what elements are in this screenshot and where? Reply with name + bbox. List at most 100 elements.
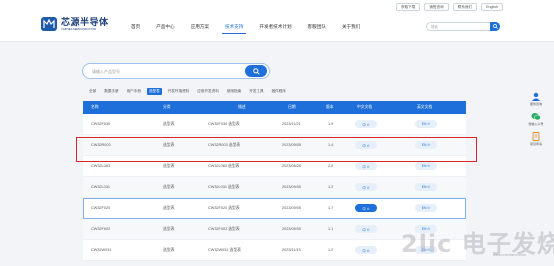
cn-download-button[interactable]: 中 ⊙ (355, 183, 377, 191)
cell-date: 2023/09/05 (282, 185, 302, 189)
nav-products[interactable]: 产品中心 (156, 24, 174, 30)
en-download-button[interactable]: EN ⊙ (415, 204, 437, 212)
en-download-button[interactable]: EN ⊙ (415, 162, 437, 170)
filter-all[interactable]: 全部 (87, 88, 98, 95)
en-download-button[interactable]: EN ⊙ (415, 120, 437, 128)
nav-about[interactable]: 关于我们 (342, 24, 360, 30)
cell-date: 2023/11/21 (282, 122, 301, 126)
filter-selection-table[interactable]: 选型表 (146, 88, 162, 95)
top-link-download[interactable]: 获取下载 (396, 3, 421, 11)
nav-home[interactable]: 首页 (131, 24, 140, 30)
cell-name: CW32F002 (91, 227, 111, 231)
product-search-button[interactable] (245, 65, 267, 77)
logo-mark-icon (41, 17, 57, 31)
nav-service[interactable]: 客服团队 (308, 24, 326, 30)
cell-version: 2.0 (328, 164, 334, 168)
col-name: 名称 (91, 105, 99, 109)
main-nav: 首页 产品中心 应用方案 技术支持 开发者技术计划 客服团队 关于我们 (131, 24, 360, 34)
cell-version: 1.9 (328, 122, 334, 126)
apply-icon (532, 132, 540, 141)
wechat-icon (531, 113, 541, 121)
top-link-contact[interactable]: 联系我们 (452, 3, 478, 11)
float-apply[interactable]: 项目申请 (527, 132, 545, 146)
header-search-input[interactable]: 搜索 (426, 22, 500, 31)
cell-desc: CW32F020 选型表 (208, 206, 240, 210)
en-download-button[interactable]: EN ⊙ (415, 183, 437, 191)
cell-version: 1.2 (328, 185, 334, 189)
cell-desc: CW32F002 选型表 (208, 227, 240, 231)
cell-category: 选型表 (163, 122, 175, 126)
filter-dev-env[interactable]: 开发环境资料 (166, 88, 192, 95)
nav-developer[interactable]: 开发者技术计划 (259, 24, 291, 30)
nav-solutions[interactable]: 应用方案 (191, 24, 209, 30)
cell-category: 选型表 (163, 227, 175, 231)
cell-name: CW32F020 (91, 206, 111, 210)
cell-desc: CW32L031 选型表 (208, 185, 240, 189)
cn-download-button[interactable]: 中 ⊙ (355, 225, 377, 233)
col-date: 日期 (288, 105, 296, 109)
filter-user-manual[interactable]: 用户手册 (125, 88, 143, 95)
cell-version: 1.7 (328, 206, 334, 210)
cell-category: 选型表 (163, 185, 175, 189)
float-wechat-label: 微信公众号 (528, 122, 544, 126)
header-search-placeholder: 搜索 (431, 25, 438, 29)
col-version: 版本 (326, 105, 334, 109)
cell-desc: CW32W031 选型表 (208, 248, 241, 252)
cell-date: 2023/09/05 (282, 206, 302, 210)
search-icon (252, 67, 260, 75)
logo-subname: CHIPSEA SEMICONDUCTOR (61, 27, 97, 31)
top-link-sales[interactable]: 销售咨询 (424, 3, 449, 11)
float-wechat[interactable]: 微信公众号 (527, 112, 545, 126)
cell-category: 选型表 (163, 248, 175, 252)
service-icon (532, 92, 540, 101)
right-float-toolbar: 服务咨询 微信公众号 项目申请 (527, 92, 545, 152)
nav-support[interactable]: 技术支持 (221, 24, 247, 34)
cell-date: 2023/11/15 (282, 248, 301, 252)
filter-app-dev[interactable]: 应用开发资料 (195, 88, 221, 95)
filter-datasheet[interactable]: 数据手册 (102, 88, 120, 95)
site-header: 获取下载 销售咨询 联系我们 English 芯源半导体 CHIPSEA SEM… (0, 0, 554, 42)
filter-dev-tools[interactable]: 开发工具 (247, 88, 265, 95)
cn-download-button[interactable]: 中 ⊙ (355, 204, 377, 212)
cn-download-button[interactable]: 中 ⊙ (355, 246, 377, 254)
col-desc: 描述 (238, 105, 246, 109)
cell-date: 2023/06/26 (282, 164, 302, 168)
watermark-logo: 2lic 电子发烧 (401, 230, 554, 258)
watermark: 2lic 电子发烧 www.elecfans.com (397, 222, 554, 262)
logo-name: 芯源半导体 (61, 16, 109, 27)
float-apply-label: 项目申请 (529, 142, 542, 146)
cell-version: 1.1 (328, 227, 334, 231)
float-service[interactable]: 服务咨询 (527, 92, 545, 106)
cell-name: CW32W031 (91, 248, 112, 252)
product-search-placeholder: 请输入产品型号 (92, 69, 120, 74)
col-en-doc: 英文文档 (417, 105, 433, 109)
cell-name: CW32L083 (91, 164, 110, 168)
search-icon (492, 24, 498, 29)
float-service-label: 服务咨询 (529, 102, 542, 106)
table-row[interactable]: CW32F030 选型表 CW32F030 选型表 2023/11/21 1.9… (83, 114, 466, 135)
cell-category: 选型表 (163, 164, 175, 168)
logo[interactable]: 芯源半导体 CHIPSEA SEMICONDUCTOR (41, 17, 109, 31)
col-cn-doc: 中文文档 (357, 105, 373, 109)
table-row[interactable]: CW32L031 选型表 CW32L031 选型表 2023/09/05 1.2… (83, 177, 466, 198)
filter-guide[interactable]: 使用指南 (225, 88, 243, 95)
cell-category: 选型表 (163, 206, 175, 210)
cell-desc: CW32F030 选型表 (208, 122, 240, 126)
col-category: 分类 (163, 105, 171, 109)
cn-download-button[interactable]: 中 ⊙ (355, 162, 377, 170)
table-row[interactable]: CW32F020 选型表 CW32F020 选型表 2023/09/05 1.7… (83, 198, 466, 219)
cell-date: 2023/09/05 (282, 227, 302, 231)
filter-firmware[interactable]: 固件程序 (270, 88, 288, 95)
header-search-button[interactable] (490, 22, 500, 31)
watermark-url: www.elecfans.com (493, 252, 527, 257)
product-search-input[interactable]: 请输入产品型号 (82, 63, 270, 79)
top-links: 获取下载 销售咨询 联系我们 English (396, 3, 503, 11)
cn-download-button[interactable]: 中 ⊙ (355, 120, 377, 128)
cell-desc: CW32L083 选型表 (208, 164, 240, 168)
highlight-annotation-box (76, 137, 477, 162)
table-header: 名称 分类 描述 日期 版本 中文文档 英文文档 (83, 101, 466, 114)
cell-version: 1.2 (328, 248, 334, 252)
top-link-english[interactable]: English (481, 3, 503, 11)
cell-name: CW32F030 (91, 122, 111, 126)
doc-type-filters: 全部 数据手册 用户手册 选型表 开发环境资料 应用开发资料 使用指南 开发工具… (87, 88, 288, 95)
